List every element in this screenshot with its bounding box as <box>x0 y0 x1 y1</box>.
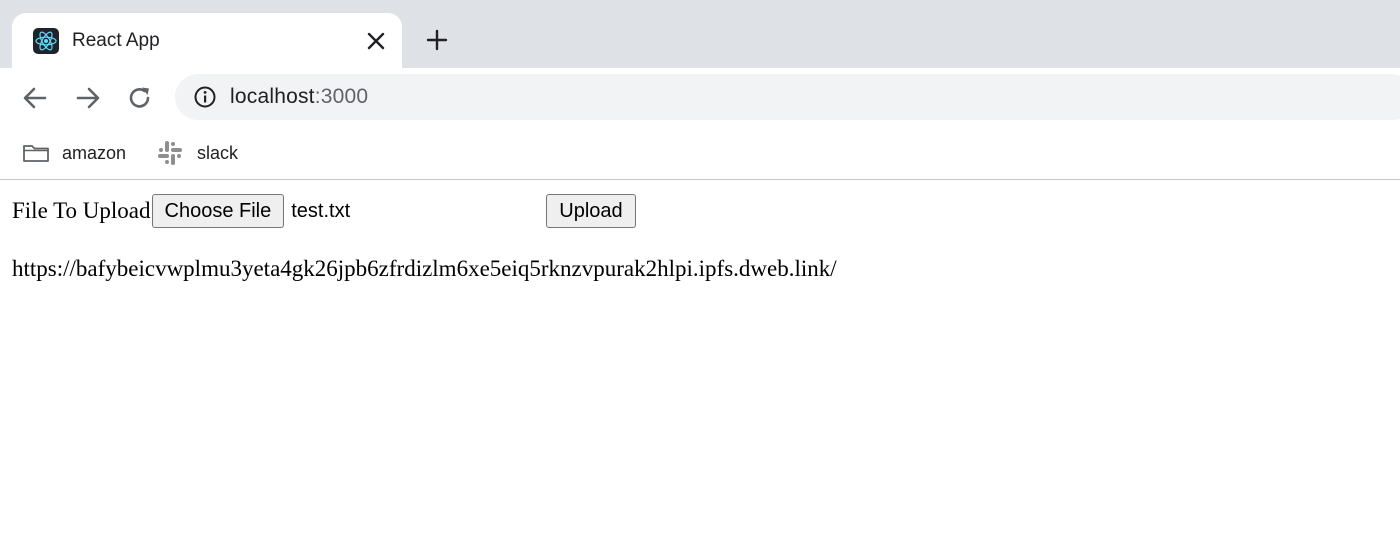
browser-toolbar: localhost:3000 <box>0 68 1400 128</box>
page-content: File To Upload Choose File test.txt Uplo… <box>0 180 1400 548</box>
url-host: localhost <box>230 85 315 108</box>
upload-button[interactable]: Upload <box>546 194 636 228</box>
slack-logo-icon <box>157 140 187 166</box>
info-icon[interactable] <box>193 85 217 109</box>
upload-form: File To Upload Choose File test.txt Uplo… <box>12 193 636 229</box>
upload-label: File To Upload <box>12 198 151 223</box>
folder-icon <box>22 140 52 166</box>
tab-strip: React App <box>0 0 1400 68</box>
bookmark-amazon[interactable]: amazon <box>22 140 126 166</box>
bookmark-label: amazon <box>62 142 127 163</box>
url-port: :3000 <box>314 85 369 108</box>
bookmark-slack[interactable]: slack <box>157 140 238 166</box>
tab-title: React App <box>72 30 160 51</box>
result-url: https://bafybeicvwplmu3yeta4gk26jpb6zfrd… <box>12 256 837 281</box>
arrow-right-icon[interactable] <box>73 83 103 113</box>
plus-icon[interactable] <box>424 27 450 53</box>
browser-window: React App localhost:3000 amazon slack Fi… <box>0 0 1400 548</box>
selected-file-name: test.txt <box>291 199 351 222</box>
close-icon[interactable] <box>363 28 389 54</box>
react-logo-icon <box>33 28 59 54</box>
url-text: localhost:3000 <box>230 85 368 109</box>
arrow-left-icon[interactable] <box>20 83 50 113</box>
address-bar[interactable]: localhost:3000 <box>175 74 1400 120</box>
bookmarks-bar: amazon slack <box>0 128 1400 180</box>
bookmark-label: slack <box>197 142 239 163</box>
tab-react-app[interactable]: React App <box>12 13 402 68</box>
choose-file-button[interactable]: Choose File <box>151 194 285 228</box>
reload-icon[interactable] <box>125 83 155 113</box>
